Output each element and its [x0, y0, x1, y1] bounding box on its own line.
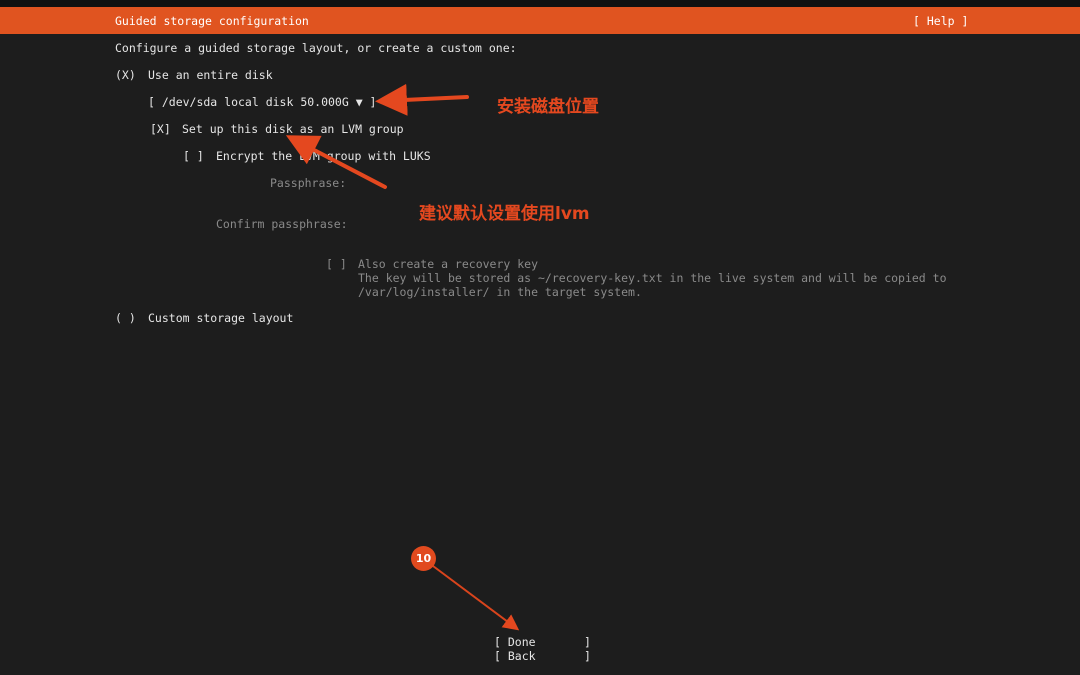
custom-layout-radio[interactable]: ( )	[115, 311, 136, 325]
encrypt-label: Encrypt the LVM group with LUKS	[216, 149, 431, 163]
lvm-checkbox[interactable]: [X]	[150, 122, 171, 136]
recovery-key-description: The key will be stored as ~/recovery-key…	[358, 271, 947, 285]
help-button[interactable]: [ Help ]	[913, 14, 968, 28]
entire-disk-label: Use an entire disk	[148, 68, 273, 82]
confirm-passphrase-label: Confirm passphrase:	[216, 217, 348, 231]
annotation-disk-location: 安装磁盘位置	[497, 97, 599, 117]
encrypt-checkbox[interactable]: [ ]	[183, 149, 204, 163]
done-button[interactable]: [ Done ]	[494, 635, 591, 649]
step-arrow	[432, 565, 520, 631]
entire-disk-radio[interactable]: (X)	[115, 68, 136, 82]
header-bar: Guided storage configuration [ Help ]	[0, 7, 1080, 34]
custom-layout-label: Custom storage layout	[148, 311, 294, 325]
step-number-badge: 10	[411, 546, 436, 571]
window-top-edge	[0, 0, 1080, 7]
passphrase-label: Passphrase:	[270, 176, 347, 190]
back-button[interactable]: [ Back ]	[494, 649, 591, 663]
disk-select-dropdown[interactable]: [ /dev/sda local disk 50.000G ▼ ]	[148, 95, 376, 109]
disk-location-arrow	[375, 83, 469, 116]
recovery-key-label: Also create a recovery key	[358, 257, 539, 271]
recovery-key-checkbox: [ ]	[326, 257, 347, 271]
page-title: Guided storage configuration	[115, 14, 309, 28]
recovery-key-description-line2: /var/log/installer/ in the target system…	[358, 285, 642, 299]
lvm-label: Set up this disk as an LVM group	[182, 122, 404, 136]
annotation-lvm-hint: 建议默认设置使用lvm	[419, 204, 590, 224]
intro-text: Configure a guided storage layout, or cr…	[115, 41, 517, 55]
